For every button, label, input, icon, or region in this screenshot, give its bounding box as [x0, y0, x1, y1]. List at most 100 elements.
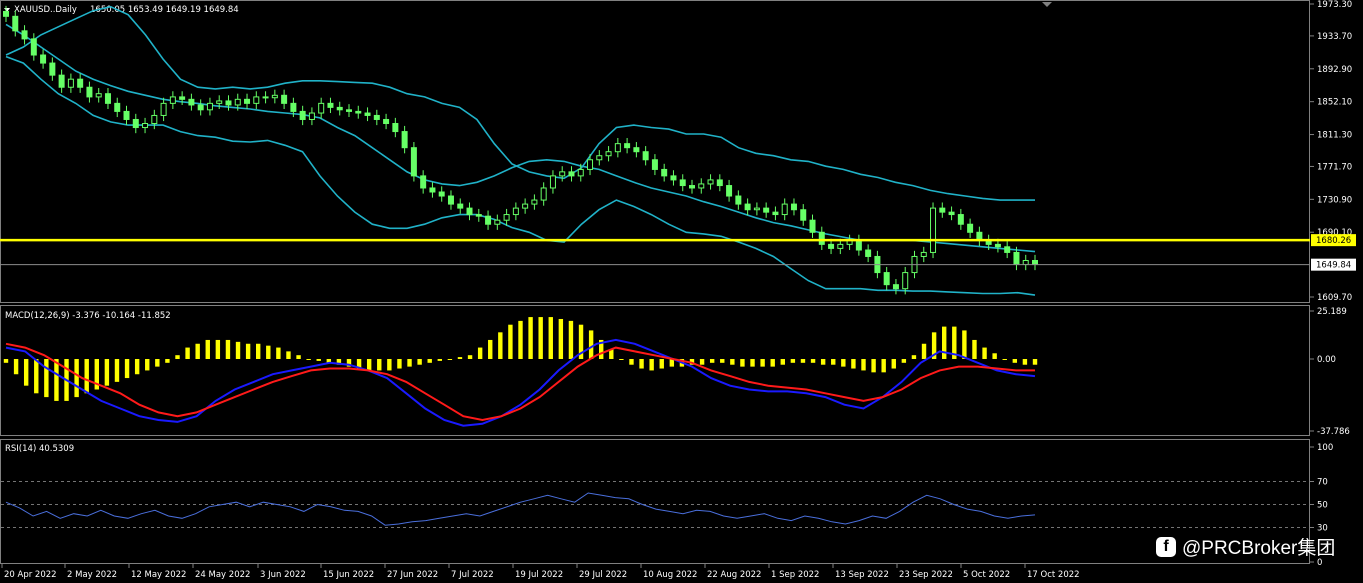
- macd-histogram-bar: [84, 359, 89, 394]
- candle-body: [689, 185, 695, 189]
- macd-histogram-bar: [286, 351, 291, 359]
- macd-histogram-bar: [165, 359, 170, 363]
- macd-histogram-bar: [588, 330, 594, 359]
- candle-body: [753, 207, 760, 211]
- ohlc-values: 1650.05 1653.49 1649.19 1649.84: [90, 5, 239, 15]
- rsi-tick-label: 30: [1317, 524, 1328, 534]
- candle-body: [336, 106, 343, 111]
- macd-tick-label: 25.189: [1317, 307, 1347, 317]
- macd-histogram-bar: [740, 359, 745, 367]
- macd-histogram-bar: [851, 359, 856, 369]
- candle-body: [726, 185, 733, 197]
- date-tick-label: 27 Jun 2022: [387, 570, 438, 580]
- date-tick-label: 1 Sep 2022: [771, 570, 819, 580]
- candle-body: [142, 123, 149, 129]
- candle-body: [892, 284, 899, 290]
- candle-body: [123, 110, 130, 120]
- macd-histogram-bar: [205, 339, 210, 359]
- price-tick-label: 1609.70: [1317, 293, 1352, 303]
- candle-body: [281, 94, 288, 104]
- lower-band-line: [5, 55, 1036, 296]
- candle-body: [633, 147, 640, 153]
- rsi-line: [5, 492, 1036, 526]
- macd-histogram-bar: [720, 359, 725, 363]
- macd-tick-label: -37.786: [1317, 427, 1350, 437]
- candle-body: [596, 155, 603, 161]
- macd-histogram-bar: [770, 359, 775, 367]
- macd-tick-label: 0.00: [1317, 355, 1336, 365]
- candle-body: [364, 112, 371, 116]
- macd-histogram-bar: [1032, 359, 1038, 365]
- macd-histogram-bar: [387, 359, 392, 371]
- candle-body: [355, 110, 362, 114]
- candle-body: [244, 98, 251, 104]
- candle-body: [716, 179, 723, 187]
- candle-body: [772, 211, 779, 216]
- macd-histogram-bar: [74, 359, 79, 398]
- price-tick-label: 1852.10: [1317, 98, 1352, 108]
- candle-body: [169, 96, 176, 104]
- macd-histogram-bar: [3, 359, 9, 363]
- candle-body: [781, 203, 788, 216]
- scroll-shift-icon[interactable]: [1042, 2, 1052, 7]
- candle-body: [930, 207, 937, 253]
- macd-histogram-bar: [558, 318, 564, 359]
- macd-histogram-bar: [397, 359, 402, 369]
- macd-histogram-bar: [911, 355, 917, 359]
- macd-histogram-bar: [488, 339, 493, 359]
- horizontal-level-line[interactable]: [0, 238, 1310, 266]
- macd-histogram-bar: [437, 359, 442, 361]
- candle-body: [1004, 246, 1011, 253]
- candle-body: [188, 98, 195, 106]
- macd-histogram-bar: [901, 359, 907, 363]
- macd-histogram-bar: [13, 359, 19, 375]
- macd-histogram-bar: [114, 359, 120, 382]
- candle-body: [1032, 259, 1038, 266]
- macd-histogram-bar: [377, 359, 382, 371]
- date-tick-label: 7 Jul 2022: [451, 570, 494, 580]
- macd-header: MACD(12,26,9) -3.376 -10.164 -11.852: [5, 311, 171, 321]
- candle-body: [308, 112, 315, 120]
- macd-histogram-bar: [427, 359, 432, 363]
- date-tick-label: 22 Aug 2022: [707, 570, 761, 580]
- candle-body: [40, 54, 47, 64]
- candle-body: [253, 96, 260, 104]
- candle-body: [234, 98, 241, 106]
- candle-body: [828, 243, 835, 249]
- trading-chart[interactable]: XAUUSD..Daily 1650.05 1653.49 1649.19 16…: [0, 0, 1363, 583]
- price-tick-label: 1973.30: [1317, 0, 1352, 10]
- price-tick-label: 1730.90: [1317, 195, 1352, 205]
- candle-body: [1022, 259, 1029, 266]
- macd-histogram-bar: [780, 359, 785, 365]
- price-tick-label: 1892.90: [1317, 65, 1352, 75]
- candle-body: [624, 143, 631, 149]
- macd-histogram-bar: [1012, 359, 1018, 363]
- candle-body: [642, 151, 649, 161]
- date-tick-label: 3 Jun 2022: [260, 570, 306, 580]
- date-tick-label: 29 Jul 2022: [579, 570, 627, 580]
- candle-body: [197, 104, 204, 111]
- macd-histogram-bar: [306, 359, 311, 360]
- candle-body: [179, 96, 186, 100]
- candle-body: [151, 114, 158, 125]
- macd-histogram-bar: [992, 353, 997, 359]
- date-tick-label: 5 Oct 2022: [963, 570, 1010, 580]
- macd-histogram-bar: [881, 359, 886, 373]
- macd-histogram-bar: [276, 347, 281, 359]
- candle-body: [327, 102, 334, 108]
- macd-histogram-bar: [871, 359, 876, 373]
- facebook-icon: f: [1156, 536, 1176, 557]
- candle-body: [383, 118, 390, 125]
- price-axis: 1973.30 1933.70 1892.90 1852.10 1811.30 1771.…: [1310, 0, 1356, 303]
- candle-body: [438, 191, 445, 197]
- candle-body: [225, 100, 232, 106]
- candle-body: [809, 219, 816, 233]
- macd-histogram-bar: [548, 317, 553, 359]
- candle-body: [577, 168, 584, 177]
- macd-histogram-bar: [44, 359, 49, 398]
- macd-histogram-bar: [316, 359, 321, 361]
- rsi-tick-label: 100: [1317, 443, 1333, 453]
- date-axis: 20 Apr 2022 2 May 2022 12 May 2022 24 May 2…: [1, 564, 1080, 580]
- macd-histogram-bar: [235, 341, 241, 359]
- macd-histogram-bar: [256, 343, 261, 359]
